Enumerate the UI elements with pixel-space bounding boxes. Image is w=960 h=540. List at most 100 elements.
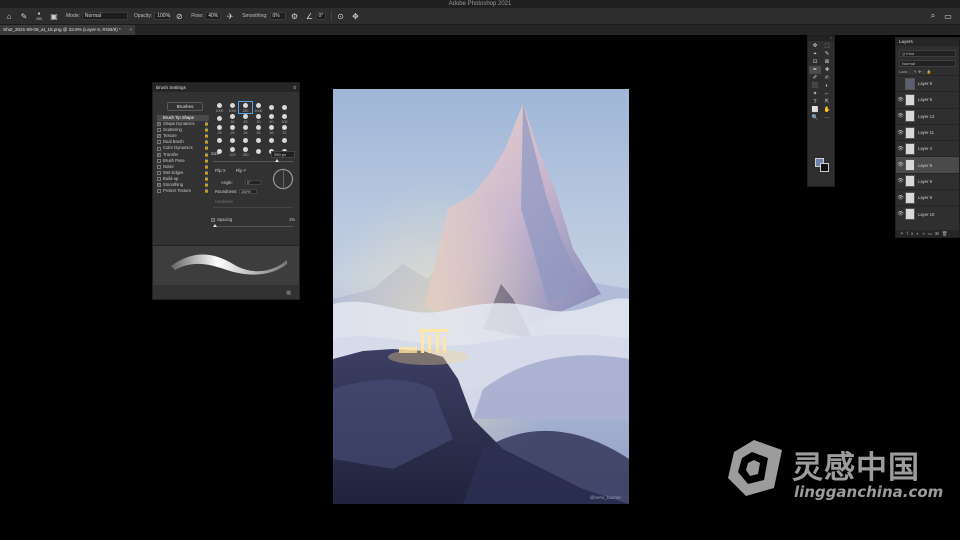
visibility-eye-icon[interactable]: 👁 <box>896 130 905 136</box>
roundness-field[interactable]: 100% <box>239 189 257 194</box>
brush-tip[interactable]: 36 <box>239 124 252 135</box>
tool-button[interactable]: ✦ <box>809 90 821 98</box>
lock-icon[interactable]: 🔒 <box>204 188 209 194</box>
brush-tip[interactable]: 1000 <box>226 102 239 113</box>
visibility-eye-icon[interactable]: 👁 <box>896 195 905 201</box>
brush-setting-checkbox[interactable] <box>157 170 161 175</box>
visibility-eye-icon[interactable]: 👁 <box>896 146 905 152</box>
smoothing-field[interactable]: 0% <box>269 12 286 20</box>
brush-tip[interactable]: 36 <box>252 124 265 135</box>
layer-row[interactable]: 👁 Layer 10 <box>896 205 959 221</box>
brush-tip[interactable]: 25 <box>226 124 239 135</box>
brush-tip[interactable]: 30 <box>226 113 239 124</box>
brush-tip[interactable]: 36 <box>265 124 278 135</box>
brush-tip[interactable] <box>278 135 291 146</box>
panel-menu-icon[interactable]: ≡ <box>293 85 296 90</box>
brush-tip[interactable] <box>265 135 278 146</box>
visibility-eye-icon[interactable]: 👁 <box>896 211 905 217</box>
spacing-slider[interactable] <box>213 224 293 227</box>
flip-y-checkbox[interactable]: Flip Y <box>236 168 247 173</box>
flip-x-checkbox[interactable]: Flip X <box>215 168 226 173</box>
brush-tip[interactable] <box>226 135 239 146</box>
layer-row[interactable]: 👁 Layer 8 <box>896 189 959 205</box>
brush-tip[interactable]: 1000 <box>213 102 226 113</box>
brushes-button[interactable]: Brushes <box>167 102 203 111</box>
brush-tip[interactable] <box>252 135 265 146</box>
tool-button[interactable]: ✐ <box>809 74 821 82</box>
hardness-slider[interactable] <box>213 207 293 208</box>
layer-row[interactable]: 👁 Layer 4 <box>896 140 959 156</box>
layer-row[interactable]: 👁 Layer 11 <box>896 123 959 140</box>
brush-tip[interactable] <box>265 102 278 113</box>
tool-button[interactable]: ⊠ <box>821 58 833 66</box>
tool-button[interactable]: ✥ <box>809 42 821 50</box>
brush-setting-checkbox[interactable]: ✓ <box>157 122 161 127</box>
blend-mode-select[interactable]: Normal <box>899 60 956 67</box>
symmetry-icon[interactable]: ✥ <box>350 10 362 22</box>
tool-button[interactable]: ⬚ <box>821 42 833 50</box>
flow-field[interactable]: 40% <box>205 12 222 20</box>
tool-button[interactable]: 🔍 <box>809 114 821 122</box>
brush-setting-checkbox[interactable]: ✓ <box>157 153 161 157</box>
brush-tip[interactable]: 1000 <box>252 102 265 113</box>
tool-button[interactable]: ◐ <box>821 82 833 90</box>
size-slider[interactable] <box>213 159 293 162</box>
tool-button[interactable]: ⌐ <box>821 90 833 98</box>
pressure-opacity-icon[interactable]: ⊘ <box>173 10 185 22</box>
brush-setting-checkbox[interactable] <box>157 128 161 133</box>
brush-setting-checkbox[interactable]: ✓ <box>157 183 161 188</box>
tool-button[interactable]: T <box>809 98 821 106</box>
brush-setting-checkbox[interactable] <box>157 146 161 151</box>
brush-tip[interactable]: 30 <box>252 113 265 124</box>
tool-button[interactable]: ⬜ <box>809 106 821 114</box>
brush-preset-picker[interactable]: ● 250 <box>33 10 45 22</box>
brush-tip[interactable]: 50 <box>265 113 278 124</box>
tool-button[interactable]: ✋ <box>821 106 833 114</box>
brush-tip[interactable]: 25 <box>213 124 226 135</box>
gear-icon[interactable]: ⚙ <box>289 10 301 22</box>
angle-roundness-widget[interactable] <box>273 168 293 190</box>
spacing-value[interactable]: 1% <box>289 217 295 222</box>
mode-select[interactable]: Normal <box>81 12 128 20</box>
brush-setting-checkbox[interactable]: ✓ <box>157 134 161 139</box>
angle-field[interactable]: 0° <box>315 12 326 20</box>
background-color-swatch[interactable] <box>820 163 829 172</box>
tool-button[interactable]: ⋯ <box>821 114 833 122</box>
brush-tip[interactable]: 250 <box>238 101 253 114</box>
layer-filter-input[interactable]: Q Kind <box>899 50 956 57</box>
visibility-eye-icon[interactable]: 👁 <box>896 113 905 119</box>
layer-row[interactable]: 👁 Layer 9 <box>896 172 959 189</box>
brush-setting-checkbox[interactable] <box>157 164 161 169</box>
tool-button[interactable]: ⬛ <box>809 82 821 90</box>
layer-row[interactable]: 👁 Layer 12 <box>896 107 959 124</box>
tool-button[interactable]: ✎ <box>821 50 833 58</box>
airbrush-icon[interactable]: ✈ <box>224 10 236 22</box>
layers-title[interactable]: Layers <box>896 38 959 46</box>
pressure-size-icon[interactable]: ⊙ <box>335 10 347 22</box>
tool-button[interactable]: ⇱ <box>821 98 833 106</box>
close-tab-icon[interactable]: × <box>129 25 132 35</box>
brush-setting-checkbox[interactable] <box>157 158 161 163</box>
brush-tip[interactable] <box>278 102 291 113</box>
tool-button[interactable]: ✒ <box>809 66 821 74</box>
visibility-eye-icon[interactable]: 👁 <box>896 97 905 103</box>
spacing-checkbox[interactable]: ✓ <box>211 217 215 222</box>
angle-field[interactable]: 0° <box>245 180 261 185</box>
layer-row[interactable]: 👁 Layer 5 <box>896 91 959 107</box>
document-canvas[interactable]: @hervi_bucher <box>333 89 629 504</box>
tool-button[interactable]: ✚ <box>821 66 833 74</box>
layer-row[interactable]: Layer 6 <box>896 75 959 91</box>
tool-button[interactable]: ✍ <box>821 74 833 82</box>
brush-setting-checkbox[interactable] <box>157 176 161 181</box>
brush-setting-checkbox[interactable] <box>157 140 161 145</box>
brush-setting-checkbox[interactable] <box>157 189 161 194</box>
workspace-icon[interactable]: ▭ <box>942 10 954 22</box>
brush-tip[interactable] <box>213 135 226 146</box>
visibility-eye-icon[interactable]: 👁 <box>896 162 905 168</box>
brush-tip[interactable]: 25 <box>239 113 252 124</box>
brush-tip[interactable]: 100 <box>278 113 291 124</box>
layer-row[interactable]: 👁 Layer 8 <box>896 156 959 173</box>
visibility-eye-icon[interactable]: 👁 <box>896 178 905 184</box>
home-icon[interactable]: ⌂ <box>3 10 15 22</box>
document-tab[interactable]: Shot_2021-09-08_at_15.png @ 33.8% (Layer… <box>0 25 135 35</box>
